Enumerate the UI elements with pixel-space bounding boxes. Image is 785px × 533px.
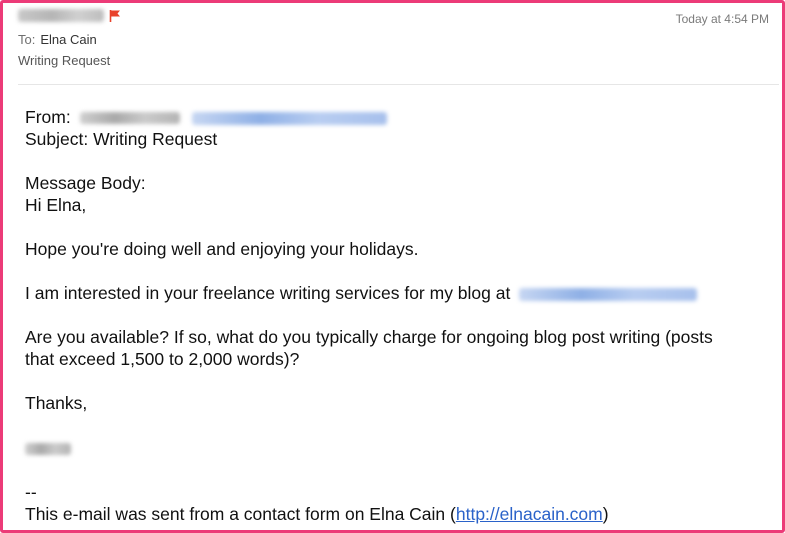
- footer-close: ): [602, 504, 609, 524]
- timestamp: Today at 4:54 PM: [675, 12, 769, 26]
- header-divider: [18, 84, 779, 85]
- paragraph-2-text: I am interested in your freelance writin…: [25, 283, 511, 303]
- from-label: From:: [25, 107, 71, 127]
- sender-name-redacted[interactable]: [18, 9, 104, 22]
- message-body-label: Message Body:: [25, 173, 146, 193]
- signature-blur: [25, 443, 71, 456]
- from-name-redacted: [79, 112, 180, 125]
- from-line: From:: [25, 106, 388, 128]
- thanks: Thanks,: [25, 393, 88, 413]
- footer-link[interactable]: http://elnacain.com: [456, 504, 603, 524]
- paragraph-3-line-2: that exceed 1,500 to 2,000 words)?: [25, 349, 300, 369]
- blog-url-redacted-link[interactable]: [519, 287, 698, 301]
- from-email-redacted-link[interactable]: [192, 111, 388, 125]
- greeting: Hi Elna,: [25, 195, 87, 215]
- subject-header: Writing Request: [18, 53, 111, 68]
- paragraph-1: Hope you're doing well and enjoying your…: [25, 239, 419, 259]
- footer-line: This e-mail was sent from a contact form…: [25, 503, 609, 525]
- subject-line: Subject: Writing Request: [25, 129, 218, 149]
- message-header: Today at 4:54 PM To: Elna Cain Writing Re…: [0, 0, 785, 85]
- recipient-name[interactable]: Elna Cain: [40, 32, 96, 47]
- signature-separator: --: [25, 482, 37, 502]
- signature-name-redacted: [25, 437, 71, 459]
- recipient-row: To: Elna Cain: [18, 32, 97, 47]
- flag-icon[interactable]: [109, 9, 121, 23]
- to-label: To:: [18, 32, 36, 47]
- footer-text: This e-mail was sent from a contact form…: [25, 504, 456, 524]
- paragraph-2: I am interested in your freelance writin…: [25, 282, 698, 304]
- paragraph-3-line-1: Are you available? If so, what do you ty…: [25, 327, 713, 347]
